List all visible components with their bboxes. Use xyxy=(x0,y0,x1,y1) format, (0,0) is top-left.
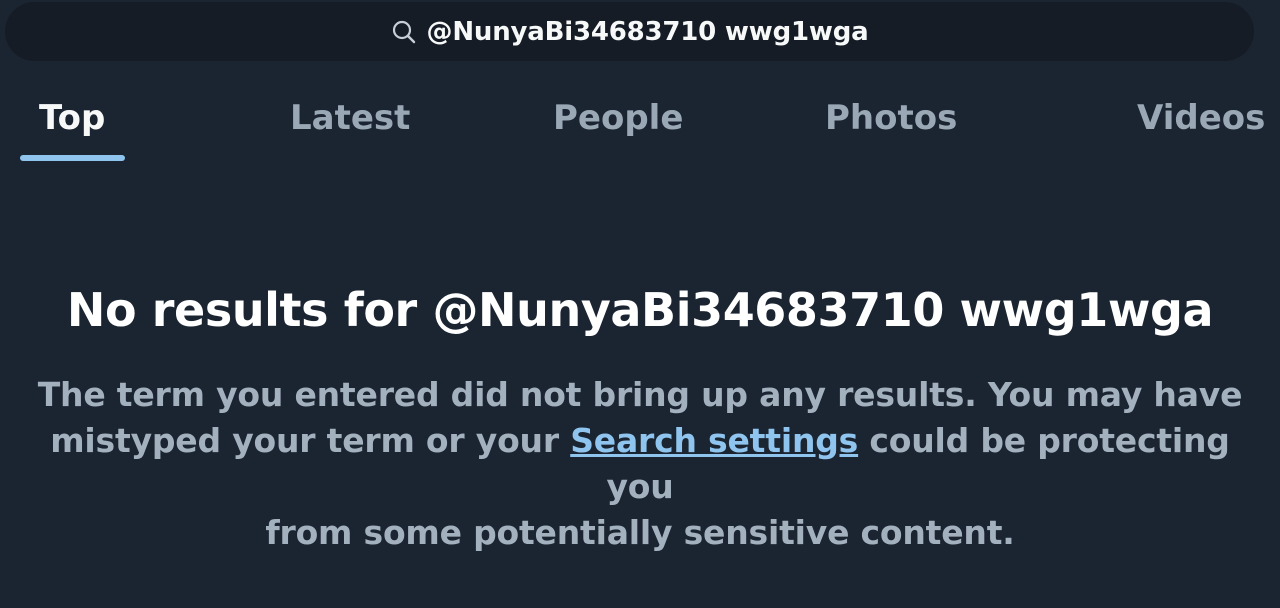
no-results-message-line-1: The term you entered did not bring up an… xyxy=(37,375,1243,414)
tab-latest[interactable]: Latest xyxy=(290,98,410,158)
search-results-page: @NunyaBi34683710 wwg1wga Top Latest Peop… xyxy=(0,0,1280,608)
tab-top[interactable]: Top xyxy=(39,98,105,158)
no-results-message: The term you entered did not bring up an… xyxy=(20,372,1260,556)
search-bar[interactable]: @NunyaBi34683710 wwg1wga xyxy=(5,2,1254,61)
search-tabs: Top Latest People Photos Videos xyxy=(0,86,1280,168)
active-tab-indicator xyxy=(20,155,125,161)
search-query-text[interactable]: @NunyaBi34683710 wwg1wga xyxy=(427,17,869,47)
tab-videos[interactable]: Videos xyxy=(1137,98,1265,158)
search-icon xyxy=(391,19,417,45)
tab-photos[interactable]: Photos xyxy=(825,98,957,158)
message-text-before-link: mistyped your term or your xyxy=(50,421,571,460)
no-results-title: No results for @NunyaBi34683710 wwg1wga xyxy=(66,283,1214,337)
search-settings-link[interactable]: Search settings xyxy=(570,421,858,460)
no-results-message-line-2: mistyped your term or your Search settin… xyxy=(20,418,1260,510)
tab-people[interactable]: People xyxy=(553,98,683,158)
no-results-message-line-3: from some potentially sensitive content. xyxy=(265,513,1015,552)
